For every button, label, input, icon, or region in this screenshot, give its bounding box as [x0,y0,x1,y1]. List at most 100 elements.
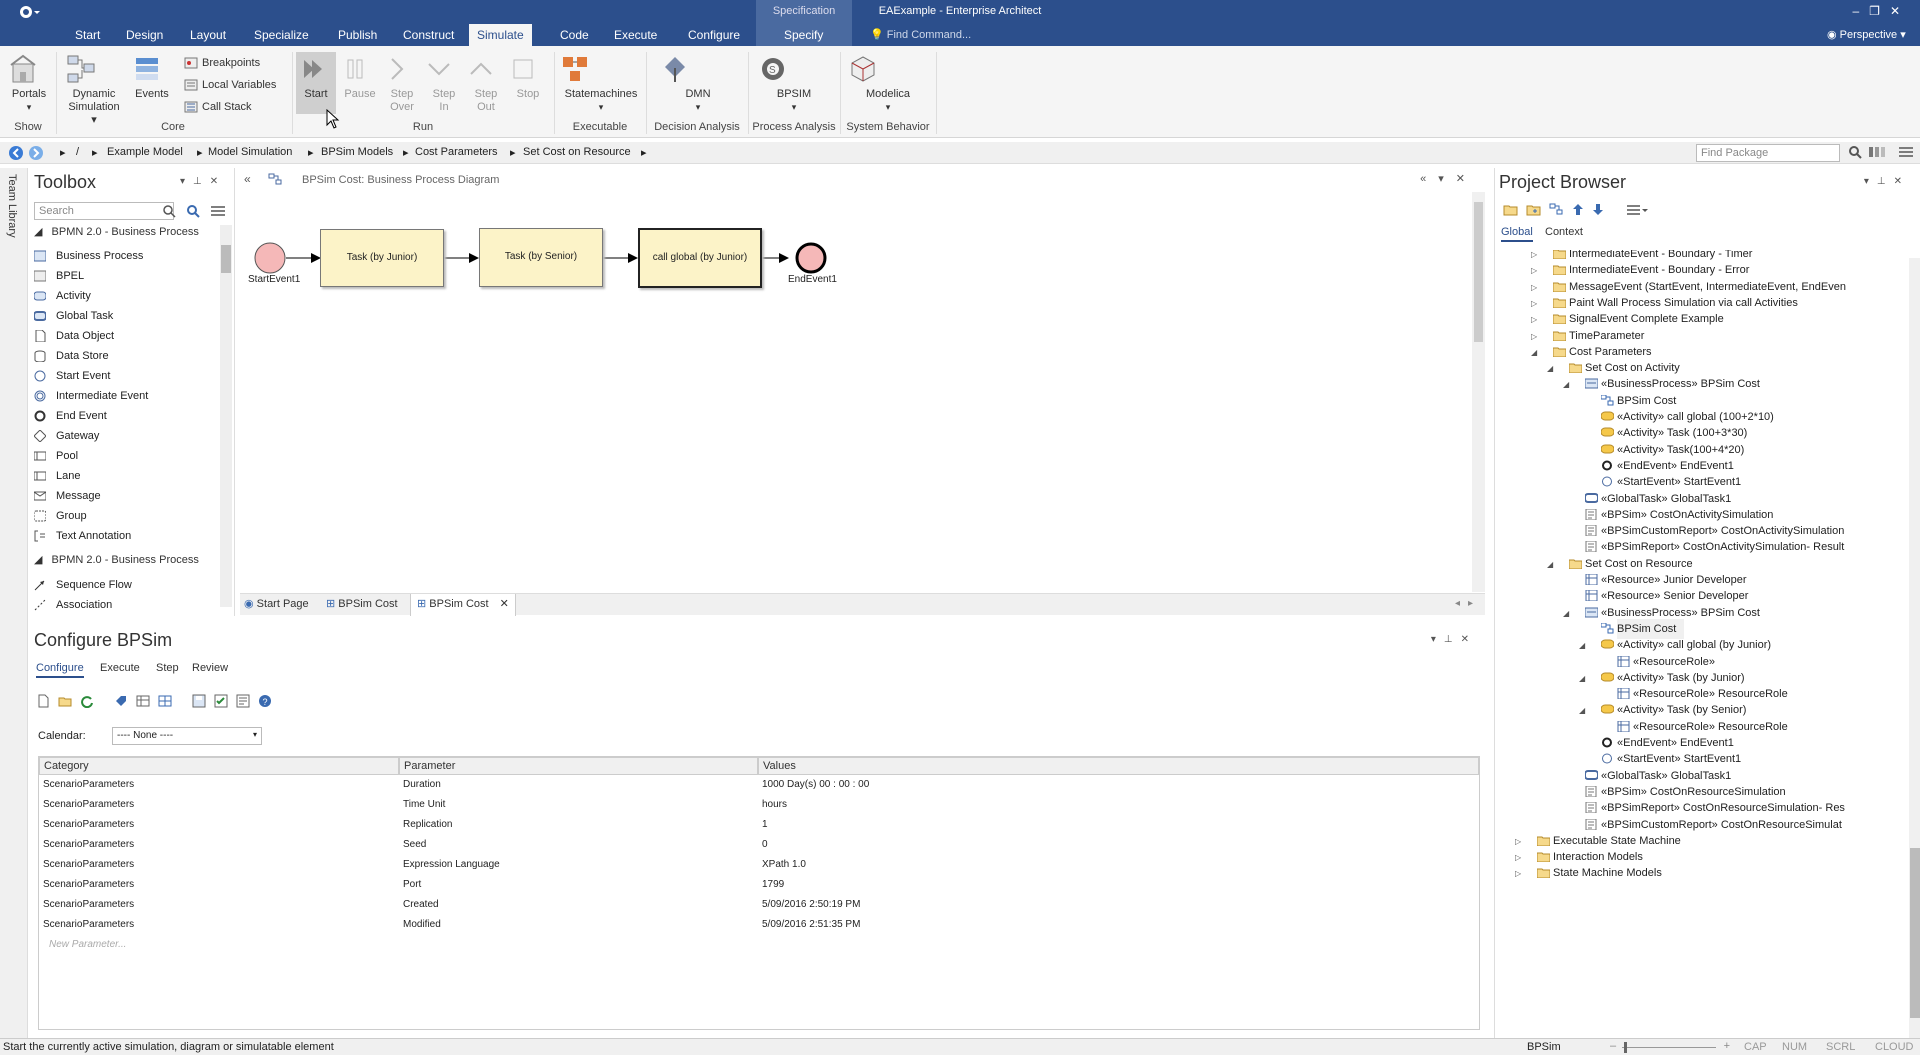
pin-icon[interactable]: ⊥ [1444,634,1461,645]
team-library-tab[interactable]: Team Library [6,174,18,238]
filter-icon[interactable] [1868,145,1886,159]
chevron-down-icon[interactable]: ▾ [1431,634,1444,645]
tab-review[interactable]: Review [192,662,228,674]
toolbox-item-association[interactable]: Association [34,595,112,615]
move-up-icon[interactable] [1572,203,1584,216]
expand-arrow-icon[interactable]: ▷ [1515,853,1521,862]
expand-arrow-icon[interactable]: ▷ [1515,837,1521,846]
find-command-input[interactable]: 💡 Find Command... [870,28,971,41]
tab-bpsim-cost-active[interactable]: ⊞ BPSim Cost ✕ [410,594,516,616]
expand-arrow-icon[interactable]: ▷ [1531,266,1537,275]
save-icon[interactable] [192,694,206,708]
events-button[interactable]: Events [132,54,172,101]
breadcrumb-example-model[interactable]: Example Model [107,146,183,158]
breadcrumb-cost-parameters[interactable]: Cost Parameters [415,146,498,158]
dmn-button[interactable]: DMN ▾ [660,54,736,114]
table-row[interactable]: ScenarioParameters Time Unit hours [39,795,1479,815]
checklist-icon[interactable] [214,694,228,708]
toolbox-item-intermediate-event[interactable]: Intermediate Event [34,386,148,406]
diagram-controls[interactable]: «▾✕ [1420,172,1477,185]
perspective-button[interactable]: ◉ Perspective ▾ [1827,28,1906,41]
bpsim-controls[interactable]: ▾⊥✕ [1431,634,1477,645]
find-package-input[interactable]: Find Package [1696,144,1840,162]
report-icon[interactable] [236,694,250,708]
modelica-button[interactable]: Modelica ▾ [848,54,928,114]
column-header-values[interactable]: Values [758,757,1479,775]
toolbox-section-bpmn-process[interactable]: ◢ BPMN 2.0 - Business Process [34,225,214,238]
collapse-arrow-icon[interactable]: ◢ [1547,560,1553,569]
table-row[interactable]: ScenarioParameters Duration 1000 Day(s) 00… [39,775,1479,795]
toolbox-item-end-event[interactable]: End Event [34,406,107,426]
statemachines-button[interactable]: Statemachines ▾ [560,54,642,114]
refresh-icon[interactable] [80,694,94,708]
table-row[interactable]: ScenarioParameters Expression Language XPa… [39,855,1479,875]
table-row[interactable]: ScenarioParameters Replication 1 [39,815,1479,835]
table-row[interactable]: ScenarioParameters Port 1799 [39,875,1479,895]
browser-controls[interactable]: ▾⊥✕ [1864,176,1910,187]
close-icon[interactable]: ✕ [1456,173,1477,185]
value-cell[interactable]: 1799 [762,875,784,895]
tab-configure[interactable]: Configure [36,662,84,678]
menu-code[interactable]: Code [560,28,589,42]
breakpoints-button[interactable]: Breakpoints [184,54,260,72]
close-icon[interactable]: ✕ [1890,4,1910,18]
browser-scrollbar[interactable] [1909,258,1920,1040]
collapse-arrow-icon[interactable]: ◢ [1563,609,1569,618]
tab-step[interactable]: Step [156,662,179,674]
chevron-down-icon[interactable]: ▾ [1438,173,1456,185]
collapse-arrow-icon[interactable]: ◢ [1579,641,1585,650]
menu-icon[interactable] [210,204,226,218]
expand-arrow-icon[interactable]: ▷ [1515,869,1521,878]
toolbox-item-text-annotation[interactable]: Text Annotation [34,526,131,546]
menu-construct[interactable]: Construct [403,28,454,42]
toolbox-item-start-event[interactable]: Start Event [34,366,110,386]
call-global-node[interactable]: call global (by Junior) [638,228,762,288]
menu-icon[interactable] [1898,145,1914,159]
menu-layout[interactable]: Layout [190,28,226,42]
toolbox-item-gateway[interactable]: Gateway [34,426,99,446]
expand-arrow-icon[interactable]: ▷ [1531,250,1537,259]
pause-button[interactable]: Pause [340,54,380,101]
portals-button[interactable]: Portals ▾ [8,54,50,114]
value-cell[interactable]: 1 [762,815,768,835]
new-element-icon[interactable] [1549,203,1564,216]
table-row[interactable]: ScenarioParameters Seed 0 [39,835,1479,855]
chevron-down-icon[interactable]: ▾ [1864,176,1877,187]
toolbox-item-sequence-flow[interactable]: Sequence Flow [34,575,132,595]
find-icon[interactable] [186,204,200,218]
menu-simulate[interactable]: Simulate [469,24,532,46]
collapse-arrow-icon[interactable]: ◢ [1547,364,1553,373]
local-variables-button[interactable]: Local Variables [184,76,276,94]
close-icon[interactable]: ✕ [210,176,226,187]
value-cell[interactable]: 1000 Day(s) 00 : 00 : 00 [762,775,869,795]
tab-scroll-arrows[interactable]: ◂▸ [1455,598,1481,609]
tab-global[interactable]: Global [1501,226,1533,242]
value-cell[interactable]: XPath 1.0 [762,855,806,875]
new-icon[interactable] [36,694,50,708]
step-over-button[interactable]: Step Over [382,54,422,114]
value-cell[interactable]: hours [762,795,787,815]
toolbox-controls[interactable]: ▾⊥✕ [180,176,226,187]
step-out-button[interactable]: Step Out [466,54,506,114]
toolbox-item-message[interactable]: Message [34,486,101,506]
maximize-icon[interactable]: ❐ [1869,4,1890,18]
dynamic-simulation-button[interactable]: Dynamic Simulation ▾ [66,54,122,127]
search-icon[interactable] [1848,145,1862,159]
tab-start-page[interactable]: ◉ Start Page [244,597,309,610]
bpsim-button[interactable]: S BPSIM ▾ [758,54,830,114]
toolbox-item-activity[interactable]: Activity [34,286,91,306]
collapse-icon[interactable]: « [1420,173,1438,185]
breadcrumb-bpsim-models[interactable]: BPSim Models [321,146,393,158]
toolbox-item-lane[interactable]: Lane [34,466,80,486]
menu-configure[interactable]: Configure [688,28,740,42]
menu-icon[interactable] [1626,203,1648,216]
column-header-category[interactable]: Category [39,757,399,775]
grid-icon[interactable] [158,694,172,708]
toolbox-item-data-object[interactable]: Data Object [35,326,114,346]
toolbox-item-business-process[interactable]: Business Process [34,246,143,266]
toolbox-search-input[interactable]: Search [34,202,174,220]
zoom-slider[interactable]: – + [1610,1040,1730,1054]
start-event-shape[interactable] [254,242,286,274]
tab-execute[interactable]: Execute [100,662,140,674]
diagram-canvas[interactable]: StartEvent1 Task (by Junior) Task (by Se… [240,192,1485,592]
